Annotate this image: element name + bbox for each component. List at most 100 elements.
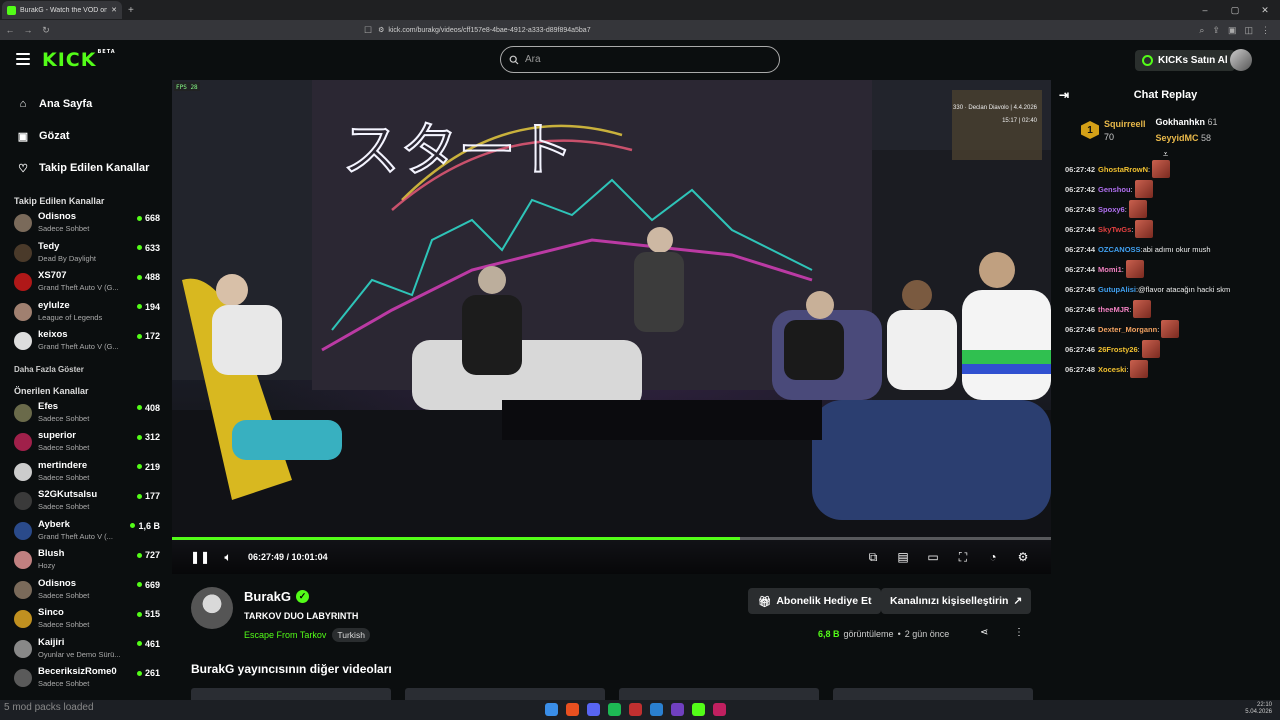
sidebar-channel[interactable]: Efes Sadece Sohbet 408 [0,401,172,431]
system-tray[interactable]: 22:10 5.04.2026 [1245,702,1272,716]
sidebar-channel[interactable]: Kaijiri Oyunlar ve Demo Sürü... 461 [0,637,172,667]
minimize-icon[interactable]: – [1190,0,1220,20]
sidebar-channel[interactable]: XS707 Grand Theft Auto V (G... 488 [0,270,172,300]
expand-leaderboard-icon[interactable]: ⩡ [1051,150,1280,160]
sidebar-channel[interactable]: keixos Grand Theft Auto V (G... 172 [0,329,172,359]
category-link[interactable]: Escape From Tarkov [244,630,326,640]
reload-icon[interactable]: ↻ [38,25,54,36]
channel-category: Sadece Sohbet [38,443,90,452]
message-username[interactable]: Dexter_Morgann [1098,324,1157,336]
message-username[interactable]: Momi1 [1098,264,1122,276]
message-timestamp: 06:27:44 [1065,245,1096,254]
message-username[interactable]: Genshou [1098,184,1131,196]
channel-avatar[interactable] [191,587,233,629]
message-username[interactable]: GhostaRrowN [1098,164,1148,176]
playback-speed-icon[interactable]: ◔ [979,543,1007,571]
message-username[interactable]: Spoxy6 [1098,204,1125,216]
sidebar-channel[interactable]: Ayberk Grand Theft Auto V (... 1,6 B [0,519,172,549]
nav-browse[interactable]: ▣ Gözat [0,120,172,152]
back-icon[interactable]: ← [2,25,18,35]
spotify-icon[interactable] [608,703,621,716]
menu-icon[interactable]: ⋮ [1261,25,1270,36]
share-page-icon[interactable]: ⇪ [1212,25,1220,36]
video-player[interactable]: スタート FPS 28 330 · Declan Diavolo | 4.4.2… [172,80,1051,574]
sidebar-channel[interactable]: Odisnos Sadece Sohbet 668 [0,211,172,241]
fullscreen-icon[interactable]: ⛶ [949,543,977,571]
close-tab-icon[interactable]: ✕ [111,6,117,14]
zoom-icon[interactable]: ⌕ [1199,25,1204,36]
kick-app-icon[interactable] [692,703,705,716]
message-username[interactable]: GutupAlisi [1098,284,1136,296]
channel-name: keixos [38,329,68,340]
kick-logo[interactable]: KICKBETA [42,49,116,71]
video-thumbnail[interactable] [191,688,391,700]
app-icon[interactable] [713,703,726,716]
sidebar-channel[interactable]: eylulze League of Legends 194 [0,300,172,330]
leader-2[interactable]: Gokhanhkn 61 [1156,114,1218,130]
channel-text: eylulze League of Legends [38,300,137,322]
sidebar-channel[interactable]: Odisnos Sadece Sohbet 669 [0,578,172,608]
emote-icon [1152,160,1171,178]
video-thumbnails [191,688,1033,700]
nav-following[interactable]: ♡ Takip Edilen Kanallar [0,152,172,184]
video-thumbnail[interactable] [619,688,819,700]
sidebar-channel[interactable]: Tedy Dead By Daylight 633 [0,241,172,271]
message-colon: : [1131,225,1134,234]
hamburger-menu-icon[interactable] [16,53,30,65]
message-username[interactable]: 26Frosty26 [1098,344,1138,356]
app-icon[interactable] [629,703,642,716]
sidebar-channel[interactable]: Sinco Sadece Sohbet 515 [0,607,172,637]
channel-avatar [14,551,32,569]
search-input[interactable] [525,54,765,65]
message-username[interactable]: OZCANOSS [1098,244,1141,256]
discord-icon[interactable] [587,703,600,716]
sidebar-channel[interactable]: BeceriksizRome0 Sadece Sohbet 261 [0,666,172,696]
gift-sub-button[interactable]: 🎁︎ Abonelik Hediye Et [748,588,882,614]
site-info-icon[interactable]: ⚙ [378,26,384,34]
bookmark-icon[interactable]: ☐ [364,25,372,36]
language-tag[interactable]: Turkish [332,628,370,642]
sidebar-channel[interactable]: mertindere Sadece Sohbet 219 [0,460,172,490]
new-tab-icon[interactable]: + [128,5,134,16]
volume-icon[interactable]: 🔈︎ [214,543,242,571]
clip-icon[interactable]: ▤ [889,543,917,571]
close-window-icon[interactable]: ✕ [1250,0,1280,20]
brave-icon[interactable] [566,703,579,716]
sidebar-channel[interactable]: superior Sadece Sohbet 312 [0,430,172,460]
pause-icon[interactable]: ❚❚ [186,543,214,571]
forward-icon[interactable]: → [20,25,36,35]
settings-gear-icon[interactable]: ⚙ [1009,543,1037,571]
show-more-link[interactable]: Daha Fazla Göster [0,365,172,374]
message-username[interactable]: SkyTwGs [1098,224,1131,236]
channel-name[interactable]: BurakG [244,589,291,604]
nav-home[interactable]: ⌂ Ana Sayfa [0,88,172,120]
user-avatar[interactable] [1230,49,1252,71]
sidebar-channel[interactable]: S2GKutsalsu Sadece Sohbet 177 [0,489,172,519]
chat-message: 06:27:44 SkyTwGs: [1065,220,1272,240]
collapse-chat-icon[interactable]: ⇥ [1059,88,1069,102]
maximize-icon[interactable]: ▢ [1220,0,1250,20]
windows-start-icon[interactable] [545,703,558,716]
viewer-count: 261 [136,668,160,678]
app-icon[interactable] [671,703,684,716]
share-icon[interactable]: ⋖ [980,627,988,638]
message-username[interactable]: Xoceski [1098,364,1126,376]
url-field[interactable]: ⚙ kick.com/burakg/videos/cff157e8-4bae-4… [378,22,918,38]
video-thumbnail[interactable] [833,688,1033,700]
more-options-icon[interactable]: ⋮ [1014,627,1024,638]
customize-channel-button[interactable]: Kanalınızı kişiselleştirin ↗ [881,588,1032,614]
picture-in-picture-icon[interactable]: ⧉ [859,543,887,571]
live-dot-icon [136,464,142,469]
steam-icon[interactable] [650,703,663,716]
search-bar[interactable] [500,46,780,73]
video-thumbnail[interactable] [405,688,605,700]
extensions-icon[interactable]: ▣ [1228,25,1237,36]
buy-kicks-button[interactable]: KICKs Satın Al [1135,50,1235,71]
theater-mode-icon[interactable]: ▭ [919,543,947,571]
leader-3[interactable]: SeyyidMC 58 [1156,130,1218,146]
split-view-icon[interactable]: ◫ [1244,25,1253,36]
leader-top[interactable]: Squirreell 70 [1104,119,1146,142]
sidebar-channel[interactable]: Blush Hozy 727 [0,548,172,578]
browser-tab[interactable]: BurakG - Watch the VOD on k ✕ [2,1,122,19]
message-username[interactable]: theeMJR [1098,304,1129,316]
